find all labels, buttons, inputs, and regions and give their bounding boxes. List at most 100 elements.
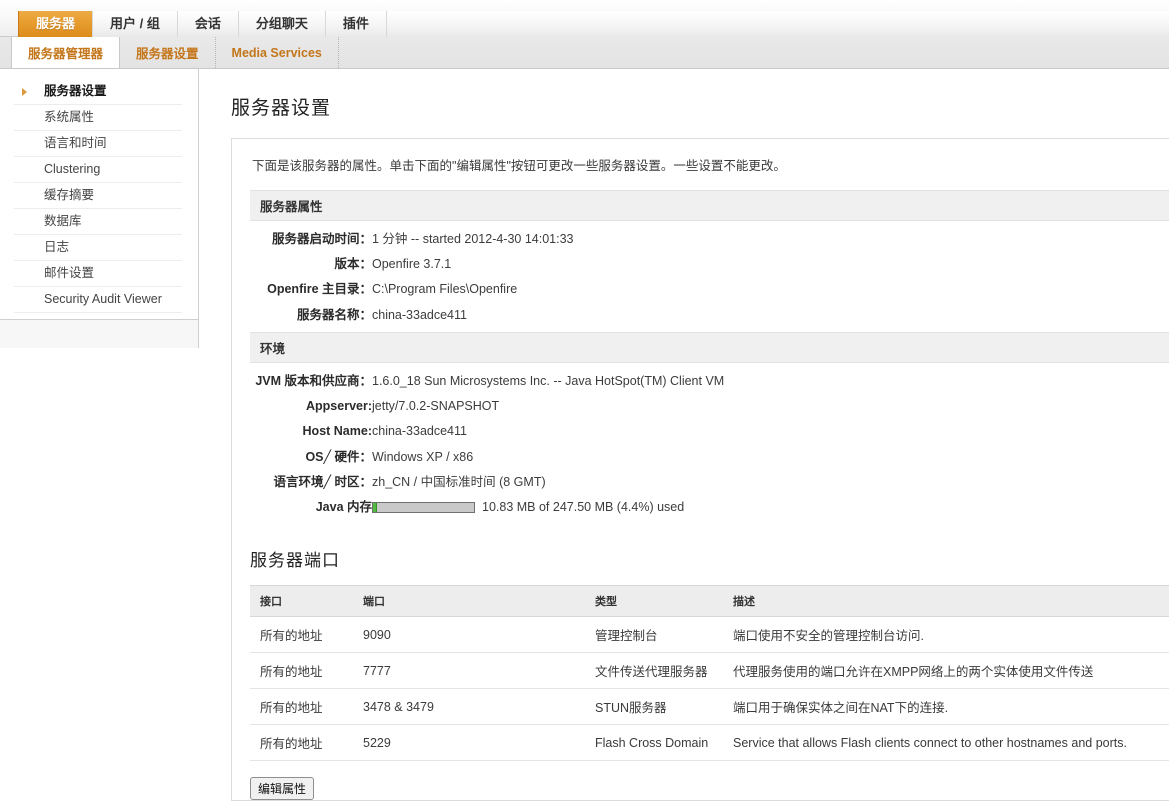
sidebar-item-system-properties-label: 系统属性 bbox=[44, 110, 95, 124]
sub-tab-media-services[interactable]: Media Services bbox=[216, 37, 339, 68]
port-type: 管理控制台 bbox=[585, 616, 723, 654]
sidebar-item-database[interactable]: 数据库 bbox=[14, 209, 182, 235]
sub-tab-server-settings[interactable]: 服务器设置 bbox=[120, 37, 216, 68]
sidebar-item-logs-label: 日志 bbox=[44, 240, 70, 254]
port-description: 端口使用不安全的管理控制台访问. bbox=[723, 616, 1169, 654]
host-name-value: china-33adce411 bbox=[372, 424, 467, 439]
page-body: 服务器设置 系统属性 语言和时间 Clustering 缓存摘要 数据库 日志 … bbox=[0, 69, 1169, 801]
sidebar-item-logs[interactable]: 日志 bbox=[14, 235, 182, 261]
table-row: 版本： Openfire 3.7.1 bbox=[232, 252, 574, 277]
main-tab-group-chat-label: 分组聊天 bbox=[255, 16, 308, 31]
java-memory-label: Java 内存 bbox=[315, 500, 372, 514]
top-navigation-bar: 服务器 用户 / 组 会话 分组聊天 插件 bbox=[0, 0, 1169, 37]
sidebar-item-language-time[interactable]: 语言和时间 bbox=[14, 131, 182, 157]
main-tab-group-chat[interactable]: 分组聊天 bbox=[237, 11, 326, 37]
server-version-label: 版本： bbox=[334, 257, 372, 271]
main-tab-users-groups-label: 用户 / 组 bbox=[110, 16, 160, 31]
server-name-label: 服务器名称： bbox=[296, 307, 372, 322]
server-uptime-label: 服务器启动时间： bbox=[271, 231, 372, 246]
locale-timezone-value: zh_CN / 中国标准时间 (8 GMT) bbox=[372, 474, 546, 489]
sidebar-item-security-audit-viewer[interactable]: Security Audit Viewer bbox=[14, 287, 182, 313]
main-tab-list: 服务器 用户 / 组 会话 分组聊天 插件 bbox=[18, 0, 1169, 37]
main-tab-server-label: 服务器 bbox=[36, 16, 76, 31]
port-type: 文件传送代理服务器 bbox=[585, 652, 723, 690]
environment-heading: 环境 bbox=[250, 331, 1169, 363]
column-header-description: 描述 bbox=[723, 585, 1169, 618]
sub-tab-server-manager[interactable]: 服务器管理器 bbox=[11, 37, 121, 68]
port-number: 5229 bbox=[353, 724, 585, 762]
selected-arrow-icon bbox=[22, 88, 27, 96]
sidebar-item-cache-summary-label: 缓存摘要 bbox=[44, 188, 95, 202]
jvm-version-label: JVM 版本和供应商： bbox=[255, 373, 372, 388]
table-row: 所有的地址 7777 文件传送代理服务器 代理服务使用的端口允许在XMPP网络上… bbox=[250, 652, 1169, 690]
edit-properties-button[interactable]: 编辑属性 bbox=[250, 777, 315, 801]
page-title: 服务器设置 bbox=[231, 98, 332, 119]
main-tab-server[interactable]: 服务器 bbox=[18, 11, 94, 37]
port-description: 代理服务使用的端口允许在XMPP网络上的两个实体使用文件传送 bbox=[723, 652, 1169, 690]
main-tab-plugins-label: 插件 bbox=[342, 16, 369, 31]
os-hardware-label: OS╱ 硬件： bbox=[305, 449, 372, 464]
sub-tab-server-settings-label: 服务器设置 bbox=[136, 47, 199, 61]
environment-table: JVM 版本和供应商： 1.6.0_18 Sun Microsystems In… bbox=[232, 369, 724, 521]
locale-timezone-label: 语言环境╱ 时区： bbox=[273, 474, 373, 489]
port-interface: 所有的地址 bbox=[250, 688, 353, 726]
appserver-label: Appserver: bbox=[306, 399, 372, 413]
java-memory-value: 10.83 MB of 247.50 MB (4.4%) used bbox=[482, 500, 685, 514]
table-row: 语言环境╱ 时区： zh_CN / 中国标准时间 (8 GMT) bbox=[232, 470, 724, 495]
server-version-value: Openfire 3.7.1 bbox=[372, 257, 452, 271]
table-row: 所有的地址 5229 Flash Cross Domain Service th… bbox=[250, 724, 1169, 762]
sidebar-item-server-settings-label: 服务器设置 bbox=[44, 84, 107, 98]
server-ports-table: 接口 端口 类型 描述 所有的地址 9090 管理控制台 端口使用不安全的管理控… bbox=[250, 585, 1169, 762]
server-name-value: china-33adce411 bbox=[372, 307, 467, 322]
table-header-row: 接口 端口 类型 描述 bbox=[250, 585, 1169, 618]
sidebar: 服务器设置 系统属性 语言和时间 Clustering 缓存摘要 数据库 日志 … bbox=[0, 69, 199, 348]
main-tab-sessions[interactable]: 会话 bbox=[176, 11, 239, 37]
port-number: 9090 bbox=[353, 616, 585, 654]
main-content: 服务器设置 下面是该服务器的属性。单击下面的"编辑属性"按钮可更改一些服务器设置… bbox=[199, 69, 1169, 801]
table-row: 所有的地址 3478 & 3479 STUN服务器 端口用于确保实体之间在NAT… bbox=[250, 688, 1169, 726]
memory-usage-fill bbox=[373, 503, 378, 513]
table-row: OS╱ 硬件： Windows XP / x86 bbox=[232, 445, 724, 470]
java-memory-cell: 10.83 MB of 247.50 MB (4.4%) used bbox=[372, 495, 724, 520]
port-number: 7777 bbox=[353, 652, 585, 690]
sidebar-item-security-audit-viewer-label: Security Audit Viewer bbox=[44, 292, 162, 306]
main-tab-sessions-label: 会话 bbox=[194, 16, 221, 31]
table-row: 服务器名称： china-33adce411 bbox=[232, 303, 574, 328]
sidebar-item-clustering[interactable]: Clustering bbox=[14, 157, 182, 183]
os-hardware-value: Windows XP / x86 bbox=[372, 449, 474, 464]
server-uptime-value: 1 分钟 -- started 2012-4-30 14:01:33 bbox=[372, 231, 574, 246]
port-type: Flash Cross Domain bbox=[585, 724, 723, 762]
sub-tab-server-manager-label: 服务器管理器 bbox=[28, 47, 104, 61]
table-row: Java 内存 10.83 MB of 247.50 MB (4.4%) use… bbox=[232, 495, 724, 520]
sub-tab-media-services-label: Media Services bbox=[231, 45, 322, 60]
sidebar-menu: 服务器设置 系统属性 语言和时间 Clustering 缓存摘要 数据库 日志 … bbox=[0, 69, 198, 320]
sidebar-item-language-time-label: 语言和时间 bbox=[44, 136, 107, 150]
panel-intro-text: 下面是该服务器的属性。单击下面的"编辑属性"按钮可更改一些服务器设置。一些设置不… bbox=[252, 159, 786, 173]
table-row: JVM 版本和供应商： 1.6.0_18 Sun Microsystems In… bbox=[232, 369, 724, 394]
sidebar-item-clustering-label: Clustering bbox=[44, 162, 101, 176]
appserver-value: jetty/7.0.2-SNAPSHOT bbox=[372, 399, 500, 413]
table-row: Appserver: jetty/7.0.2-SNAPSHOT bbox=[232, 394, 724, 419]
table-row: Openfire 主目录： C:\Program Files\Openfire bbox=[232, 277, 574, 302]
sidebar-item-cache-summary[interactable]: 缓存摘要 bbox=[14, 183, 182, 209]
sub-navigation-bar: 服务器管理器 服务器设置 Media Services bbox=[0, 37, 1169, 69]
port-interface: 所有的地址 bbox=[250, 652, 353, 690]
server-settings-panel: 下面是该服务器的属性。单击下面的"编辑属性"按钮可更改一些服务器设置。一些设置不… bbox=[231, 138, 1169, 801]
sidebar-item-email-settings[interactable]: 邮件设置 bbox=[14, 261, 182, 287]
main-tab-plugins[interactable]: 插件 bbox=[324, 11, 387, 37]
sidebar-item-server-settings[interactable]: 服务器设置 bbox=[14, 79, 182, 105]
port-description: 端口用于确保实体之间在NAT下的连接. bbox=[723, 688, 1169, 726]
port-number: 3478 & 3479 bbox=[353, 688, 585, 726]
server-properties-table: 服务器启动时间： 1 分钟 -- started 2012-4-30 14:01… bbox=[232, 227, 574, 328]
sidebar-item-email-settings-label: 邮件设置 bbox=[44, 266, 95, 280]
main-tab-users-groups[interactable]: 用户 / 组 bbox=[92, 11, 178, 37]
openfire-home-value: C:\Program Files\Openfire bbox=[372, 282, 518, 297]
port-description: Service that allows Flash clients connec… bbox=[723, 724, 1169, 762]
server-ports-heading: 服务器端口 bbox=[250, 551, 340, 571]
sidebar-item-system-properties[interactable]: 系统属性 bbox=[14, 105, 182, 131]
host-name-label: Host Name: bbox=[302, 424, 372, 439]
server-properties-heading: 服务器属性 bbox=[250, 189, 1169, 221]
jvm-version-value: 1.6.0_18 Sun Microsystems Inc. -- Java H… bbox=[372, 373, 725, 388]
column-header-type: 类型 bbox=[585, 585, 723, 618]
column-header-interface: 接口 bbox=[250, 585, 353, 618]
